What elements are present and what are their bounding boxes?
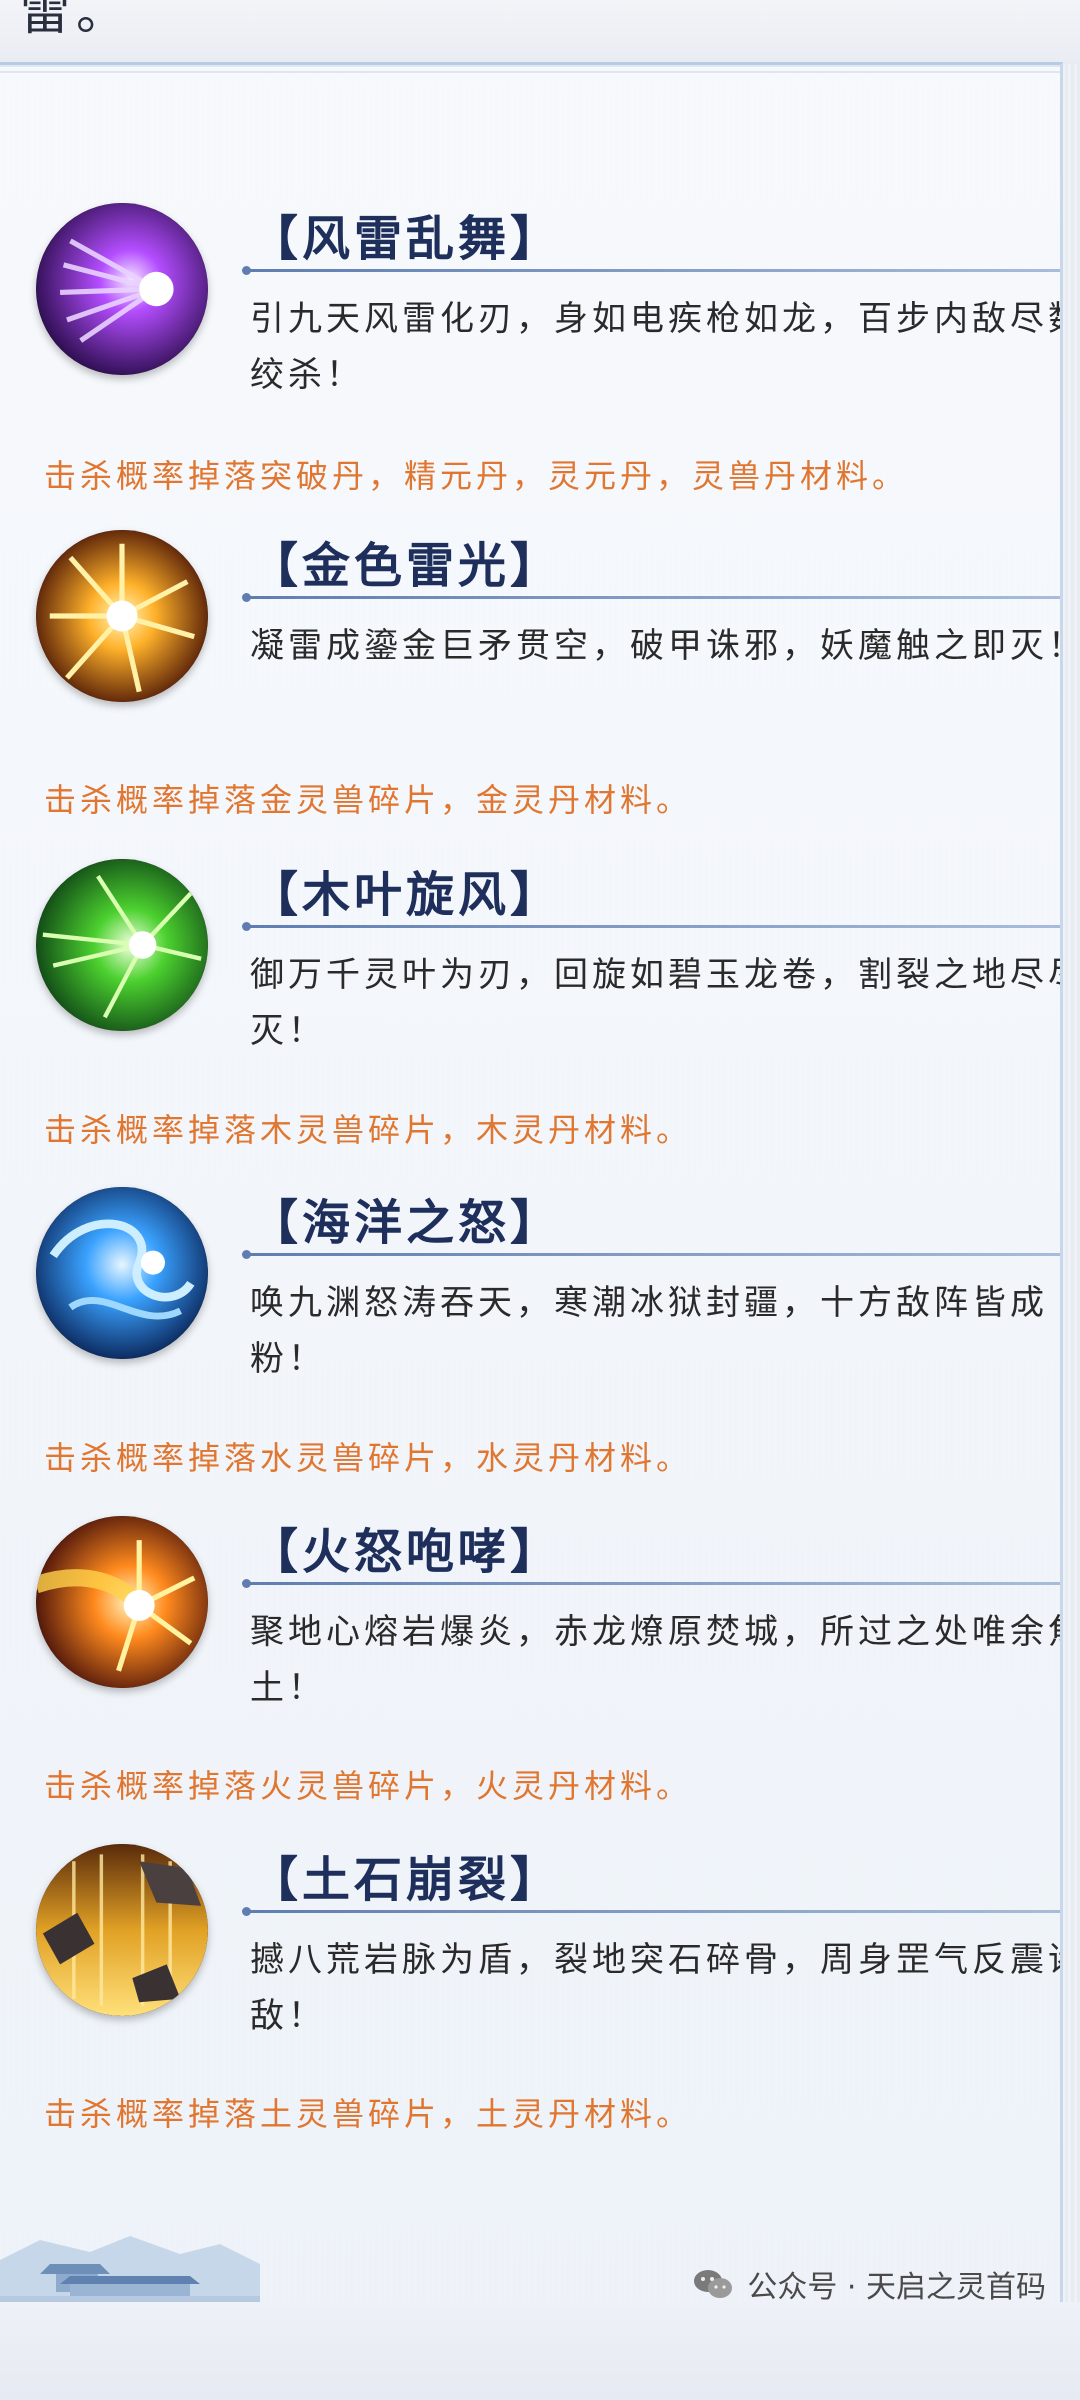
earth-rock-icon — [36, 1844, 208, 2016]
skill-entry: 【金色雷光】 凝雷成鎏金巨矛贯空，破甲诛邪，妖魔触之即灭！ 击杀概率掉落金灵兽碎… — [0, 530, 1060, 830]
previous-text-fragment: 雷。 — [20, 0, 132, 41]
watermark: 公众号 · 天启之灵首码 — [693, 2262, 1046, 2306]
ocean-wave-icon — [36, 1187, 208, 1359]
skill-drop-info: 击杀概率掉落土灵兽碎片，土灵丹材料。 — [44, 2095, 693, 2133]
skill-drop-info: 击杀概率掉落木灵兽碎片，木灵丹材料。 — [44, 1111, 693, 1149]
green-leaf-whirlwind-icon — [36, 859, 208, 1031]
title-divider — [242, 1907, 1060, 1916]
skill-entry: 【火怒咆哮】 聚地心熔岩爆炎，赤龙燎原焚城，所过之处唯余焦土！ 击杀概率掉落火灵… — [0, 1516, 1060, 1816]
skill-title: 【海洋之怒】 — [250, 1195, 563, 1251]
wechat-icon — [694, 2270, 733, 2298]
title-divider — [242, 593, 1060, 602]
skill-description: 御万千灵叶为刃，回旋如碧玉龙卷，割裂之地尽尽灭！ — [250, 955, 1063, 1051]
title-divider — [242, 922, 1060, 931]
skill-entry: 【土石崩裂】 撼八荒岩脉为盾，裂地突石碎骨，周身罡气反震诸敌！ 击杀概率掉落土灵… — [0, 1844, 1060, 2144]
watermark-text: 公众号 · 天启之灵首码 — [747, 2270, 1046, 2305]
skill-entry: 【木叶旋风】 御万千灵叶为刃，回旋如碧玉龙卷，割裂之地尽尽灭！ 击杀概率掉落木灵… — [0, 859, 1060, 1159]
title-divider — [242, 266, 1060, 275]
title-divider — [242, 1579, 1060, 1588]
skill-description: 唤九渊怒涛吞天，寒潮冰狱封疆，十方敌阵皆成粉！ — [250, 1283, 1048, 1379]
skill-drop-info: 击杀概率掉落水灵兽碎片，水灵丹材料。 — [44, 1439, 693, 1477]
skill-description: 凝雷成鎏金巨矛贯空，破甲诛邪，妖魔触之即灭！ — [250, 626, 1063, 666]
skill-title: 【木叶旋风】 — [250, 867, 563, 923]
fire-roar-icon — [36, 1516, 208, 1688]
footer-bar — [0, 2302, 1080, 2400]
skill-title: 【金色雷光】 — [250, 538, 563, 594]
skill-title: 【火怒咆哮】 — [250, 1524, 563, 1580]
title-divider — [242, 1250, 1060, 1259]
pagoda-scenery-decoration — [0, 2236, 260, 2310]
skill-drop-info: 击杀概率掉落突破丹，精元丹，灵元丹，灵兽丹材料。 — [44, 457, 909, 495]
skill-entry: 【海洋之怒】 唤九渊怒涛吞天，寒潮冰狱封疆，十方敌阵皆成粉！ 击杀概率掉落水灵兽… — [0, 1187, 1060, 1487]
skill-entry: 【风雷乱舞】 引九天风雷化刃，身如电疾枪如龙，百步内敌尽数绞杀！ 击杀概率掉落突… — [0, 203, 1060, 503]
skill-title: 【风雷乱舞】 — [250, 211, 563, 267]
golden-lightning-icon — [36, 530, 208, 702]
purple-wind-thunder-icon — [36, 203, 208, 375]
skill-drop-info: 击杀概率掉落火灵兽碎片，火灵丹材料。 — [44, 1767, 693, 1805]
skill-description: 撼八荒岩脉为盾，裂地突石碎骨，周身罡气反震诸敌！ — [250, 1940, 1063, 2036]
top-strip: 雷。 — [0, 0, 1080, 64]
skill-title: 【土石崩裂】 — [250, 1852, 563, 1908]
skill-description: 聚地心熔岩爆炎，赤龙燎原焚城，所过之处唯余焦土！ — [250, 1612, 1063, 1708]
skill-description: 引九天风雷化刃，身如电疾枪如龙，百步内敌尽数绞杀！ — [250, 299, 1063, 395]
skill-drop-info: 击杀概率掉落金灵兽碎片，金灵丹材料。 — [44, 781, 693, 819]
skills-panel: 【风雷乱舞】 引九天风雷化刃，身如电疾枪如龙，百步内敌尽数绞杀！ 击杀概率掉落突… — [0, 62, 1063, 2305]
